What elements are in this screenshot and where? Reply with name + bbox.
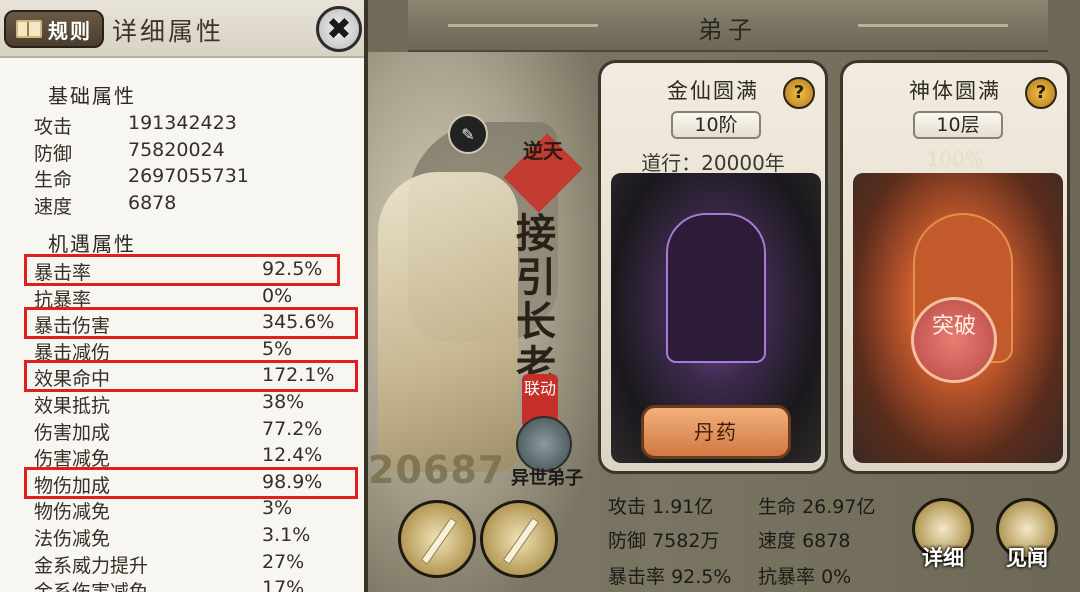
stat-speed: 速度 6878 bbox=[758, 530, 851, 552]
panel-header: 规则 详细属性 ✖ bbox=[0, 0, 364, 58]
stat-attack: 攻击 1.91亿 bbox=[608, 496, 714, 518]
chance-stat-row: 金系伤害减免 17% bbox=[34, 577, 334, 592]
stat-name: 速度 bbox=[34, 195, 73, 218]
stat-value: 6878 bbox=[128, 191, 177, 214]
disciple-scene: 弟子 逆天 接引长老 联动 ✎ 20687 异世弟子 金仙圆满 ? 10阶 道行… bbox=[368, 0, 1080, 592]
details-button[interactable]: 详细 bbox=[908, 498, 978, 578]
stat-crit-rate: 暴击率 92.5% bbox=[608, 566, 732, 588]
realm-level: 10阶 bbox=[671, 111, 761, 139]
stat-value: 38% bbox=[262, 391, 305, 413]
stat-name: 伤害加成 bbox=[34, 421, 111, 444]
base-attributes-title: 基础属性 bbox=[48, 84, 136, 108]
book-icon bbox=[16, 20, 42, 38]
highlight-box bbox=[24, 360, 358, 393]
body-realm-card: 神体圆满 ? 10层 100% 突破 bbox=[840, 60, 1070, 474]
base-stat-row: 生命 2697055731 bbox=[34, 165, 334, 191]
stat-hp: 生命 26.97亿 bbox=[758, 496, 876, 518]
chance-stat-row: 效果抵抗 38% bbox=[34, 391, 334, 417]
stat-name: 金系伤害减免 bbox=[34, 577, 148, 592]
title-banner: 弟子 bbox=[408, 0, 1048, 52]
stat-value: 3% bbox=[262, 497, 293, 520]
stat-value: 75820024 bbox=[128, 138, 225, 161]
insight-button[interactable]: 见闻 bbox=[992, 498, 1062, 578]
chance-stat-row: 物伤减免 3% bbox=[34, 497, 334, 523]
stat-name: 效果抵抗 bbox=[34, 395, 111, 417]
highlight-box bbox=[24, 466, 358, 499]
summary-stats: 攻击 1.91亿 生命 26.97亿 防御 7582万 速度 6878 暴击率 … bbox=[600, 482, 900, 592]
help-icon[interactable]: ? bbox=[1025, 77, 1057, 109]
body-progress-percent: 100% bbox=[926, 147, 984, 171]
stat-name: 金系威力提升 bbox=[34, 554, 149, 577]
base-stat-row: 攻击 191342423 bbox=[34, 112, 334, 138]
character-robe-art bbox=[378, 172, 518, 472]
insight-label: 见闻 bbox=[1006, 546, 1048, 570]
chance-attributes-title: 机遇属性 bbox=[48, 232, 136, 256]
idol-statue-icon bbox=[666, 213, 766, 363]
seal-text: 逆天 bbox=[523, 139, 563, 163]
immortal-realm-card: 金仙圆满 ? 10阶 道行：20000年 丹药 bbox=[598, 60, 828, 474]
chance-stat-row: 伤害加成 77.2% bbox=[34, 418, 334, 444]
base-stat-row: 防御 75820024 bbox=[34, 139, 334, 165]
screen-title: 弟子 bbox=[698, 16, 758, 44]
stat-value: 17% bbox=[262, 577, 305, 592]
skill-slot-1[interactable] bbox=[398, 500, 476, 578]
stat-value: 0% bbox=[262, 284, 293, 307]
stat-value: 5% bbox=[262, 337, 293, 360]
chance-stat-row: 金系威力提升 27% bbox=[34, 551, 334, 577]
rules-button[interactable]: 规则 bbox=[4, 10, 104, 48]
stat-crit-resist: 抗暴率 0% bbox=[758, 566, 852, 588]
skill-slot-2[interactable] bbox=[480, 500, 558, 578]
stat-value: 27% bbox=[262, 550, 305, 573]
stat-name: 物伤减免 bbox=[34, 501, 111, 524]
power-value: 20687 bbox=[368, 448, 506, 492]
edit-tag-icon[interactable]: ✎ bbox=[448, 114, 488, 154]
body-level: 10层 bbox=[913, 111, 1003, 139]
stat-name: 法伤减免 bbox=[34, 528, 111, 550]
chance-stat-row: 法伤减免 3.1% bbox=[34, 524, 334, 550]
stat-value: 191342423 bbox=[128, 112, 237, 134]
otherworld-disciple-button[interactable]: 异世弟子 bbox=[508, 416, 583, 492]
stat-value: 3.1% bbox=[262, 524, 311, 546]
stat-name: 生命 bbox=[34, 169, 73, 191]
stat-name: 攻击 bbox=[34, 116, 73, 138]
character-portrait[interactable]: 逆天 接引长老 联动 ✎ bbox=[368, 52, 600, 592]
base-stat-row: 速度 6878 bbox=[34, 192, 334, 218]
highlight-box bbox=[24, 307, 358, 340]
game-screen: 规则 详细属性 ✖ 基础属性 攻击 191342423 防御 75820024 生命 26… bbox=[0, 0, 1080, 592]
character-name: 接引长老 bbox=[516, 211, 556, 389]
cultivation-years: 道行：20000年 bbox=[641, 151, 785, 175]
details-label: 详细 bbox=[922, 546, 964, 570]
sword-icon bbox=[420, 517, 458, 565]
rules-label: 规则 bbox=[48, 18, 92, 43]
stat-value: 2697055731 bbox=[128, 165, 249, 187]
breakthrough-button[interactable]: 突破 bbox=[911, 297, 997, 383]
sword-icon bbox=[502, 517, 540, 565]
stat-value: 12.4% bbox=[262, 444, 323, 467]
highlight-box bbox=[24, 254, 340, 286]
otherworld-disciple-label: 异世弟子 bbox=[511, 468, 583, 489]
stat-value: 77.2% bbox=[262, 417, 323, 440]
attribute-detail-panel: 规则 详细属性 ✖ 基础属性 攻击 191342423 防御 75820024 生命 26… bbox=[0, 0, 368, 592]
close-icon[interactable]: ✖ bbox=[316, 6, 362, 52]
help-icon[interactable]: ? bbox=[783, 77, 815, 109]
stat-defense: 防御 7582万 bbox=[608, 530, 720, 552]
elixir-button[interactable]: 丹药 bbox=[641, 405, 791, 459]
stat-name: 防御 bbox=[34, 142, 73, 165]
panel-title: 详细属性 bbox=[112, 17, 225, 46]
